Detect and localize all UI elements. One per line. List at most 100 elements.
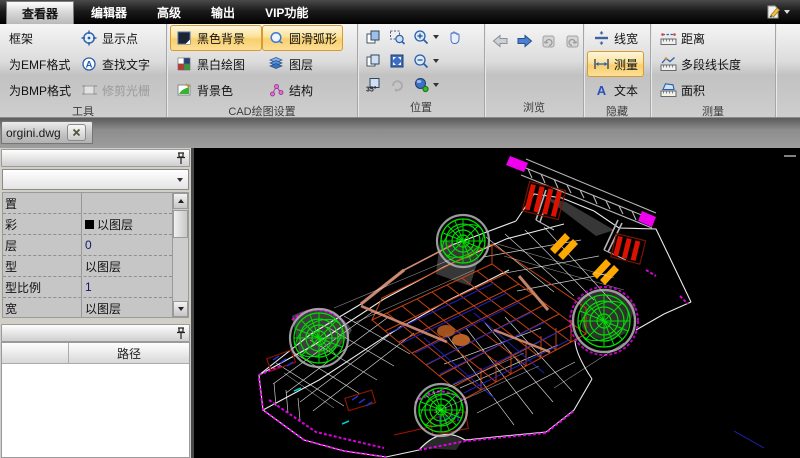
frame-button[interactable]: 框架 — [3, 25, 75, 51]
drawing-canvas[interactable] — [194, 148, 800, 458]
path-panel-header — [1, 324, 190, 342]
trim-raster-button[interactable]: 修剪光栅 — [75, 77, 156, 103]
properties-sidebar: 置 彩 以图层 层 0 型 以图层 — [0, 148, 194, 458]
ribbon-group-position: 35° — [358, 24, 485, 117]
ribbon-group-hide: 线宽 测量 A 文本 — [584, 24, 651, 117]
document-tab-title: orgini.dwg — [6, 126, 61, 140]
copy-pages-icon — [365, 53, 382, 69]
menu-tab-advanced[interactable]: 高级 — [142, 0, 196, 24]
back-button[interactable] — [489, 30, 511, 52]
smooth-arc-button[interactable]: 圆滑弧形 — [262, 25, 343, 51]
svg-text:A: A — [86, 60, 93, 71]
zoom-out-icon — [413, 53, 430, 69]
scroll-down-button[interactable] — [173, 301, 188, 317]
property-grid: 置 彩 以图层 层 0 型 以图层 — [2, 192, 189, 318]
redo-view-icon — [564, 33, 581, 49]
zoom-in-dropdown[interactable] — [433, 35, 439, 39]
line-width-button[interactable]: 线宽 — [587, 25, 644, 51]
layers-button[interactable]: 图层 — [262, 51, 343, 77]
black-background-button[interactable]: 黑色背景 — [170, 25, 262, 51]
distance-button[interactable]: 距离 — [654, 25, 747, 51]
rotate-pages-button[interactable] — [362, 26, 384, 48]
properties-panel-header — [1, 149, 190, 167]
document-tab[interactable]: orgini.dwg — [1, 121, 93, 144]
path-column-path[interactable]: 路径 — [69, 343, 189, 363]
forward-button[interactable] — [513, 30, 535, 52]
combobox-dropdown-button[interactable] — [172, 171, 188, 188]
pin-icon[interactable] — [176, 327, 186, 340]
property-row-linetype-scale[interactable]: 型比例 1 — [3, 277, 172, 298]
pan-hand-button[interactable] — [443, 26, 465, 48]
measure-toggle-button[interactable]: 测量 — [587, 51, 644, 77]
property-grid-scrollbar[interactable] — [172, 193, 188, 317]
text-icon: A — [593, 82, 610, 98]
text-toggle-button[interactable]: A 文本 — [587, 77, 644, 103]
menu-tab-vip[interactable]: VIP功能 — [250, 0, 323, 24]
rotate-pages-icon — [365, 29, 382, 45]
distance-icon — [660, 30, 677, 46]
pin-icon[interactable] — [176, 152, 186, 165]
svg-text:A: A — [597, 83, 607, 98]
background-color-button[interactable]: 背景色 — [170, 77, 262, 103]
area-button[interactable]: 面积 — [654, 77, 747, 103]
property-row-layer[interactable]: 层 0 — [3, 235, 172, 256]
menu-tab-editor[interactable]: 编辑器 — [76, 0, 142, 24]
canvas-background — [194, 148, 800, 458]
copy-pages-button[interactable] — [362, 50, 384, 72]
bw-drawing-button[interactable]: 黑白绘图 — [170, 51, 262, 77]
wireframe-car-drawing — [194, 148, 800, 458]
menu-bar: 查看器 编辑器 高级 输出 VIP功能 — [0, 0, 800, 24]
edit-pencil-dropdown[interactable] — [784, 10, 790, 14]
property-row[interactable]: 置 — [3, 193, 172, 214]
zoom-in-icon — [413, 29, 430, 45]
property-row-color[interactable]: 彩 以图层 — [3, 214, 172, 235]
structure-button[interactable]: 结构 — [262, 77, 343, 103]
bw-drawing-icon — [176, 56, 193, 72]
property-row-lineweight[interactable]: 宽 以图层 — [3, 298, 172, 318]
bylayer-color-swatch — [85, 220, 94, 229]
svg-text:35°: 35° — [366, 86, 377, 94]
rotate-view-button[interactable] — [386, 74, 408, 96]
zoom-out-dropdown[interactable] — [433, 59, 439, 63]
to-bmp-button[interactable]: 为BMP格式 — [3, 77, 75, 103]
fit-screen-icon — [389, 53, 406, 69]
document-tab-close-button[interactable] — [67, 124, 86, 141]
cad-viewer-window: 查看器 编辑器 高级 输出 VIP功能 框架 为EMF格式 为BMP格式 — [0, 0, 800, 458]
close-icon — [72, 128, 81, 137]
display-point-icon — [81, 30, 98, 46]
structure-icon — [268, 82, 285, 98]
redo-view-button[interactable] — [561, 30, 583, 52]
ribbon-spacer — [776, 24, 800, 117]
scroll-thumb[interactable] — [173, 210, 188, 238]
polyline-length-button[interactable]: 多段线长度 — [654, 51, 747, 77]
path-panel: 路径 — [1, 342, 190, 458]
wheel-rear-far — [437, 215, 489, 267]
line-width-icon — [593, 30, 610, 46]
undo-view-button[interactable] — [537, 30, 559, 52]
rotate-35-icon: 35° — [365, 77, 382, 93]
wheel-rear-near — [573, 290, 635, 352]
fit-screen-button[interactable] — [386, 50, 408, 72]
display-point-button[interactable]: 显示点 — [75, 25, 156, 51]
rotate-35-button[interactable]: 35° — [362, 74, 384, 96]
group-label-position: 位置 — [361, 99, 481, 117]
back-arrow-icon — [492, 33, 509, 49]
menu-tab-viewer[interactable]: 查看器 — [6, 1, 74, 24]
to-emf-button[interactable]: 为EMF格式 — [3, 51, 75, 77]
zoom-sphere-button[interactable] — [410, 74, 432, 96]
path-table-body[interactable] — [2, 364, 189, 457]
zoom-out-button[interactable] — [410, 50, 432, 72]
path-column-blank[interactable] — [2, 343, 69, 363]
property-selector-combobox[interactable] — [2, 169, 189, 190]
wheel-front-far — [289, 309, 348, 367]
menu-tab-output[interactable]: 输出 — [196, 0, 250, 24]
zoom-window-button[interactable] — [386, 26, 408, 48]
scroll-up-button[interactable] — [173, 193, 188, 209]
zoom-sphere-dropdown[interactable] — [433, 83, 439, 87]
find-text-button[interactable]: A 查找文字 — [75, 51, 156, 77]
property-row-linetype[interactable]: 型 以图层 — [3, 256, 172, 277]
edit-pencil-icon[interactable] — [765, 4, 782, 20]
document-tab-strip: orgini.dwg — [0, 118, 800, 148]
measure-icon — [593, 56, 610, 72]
zoom-in-button[interactable] — [410, 26, 432, 48]
